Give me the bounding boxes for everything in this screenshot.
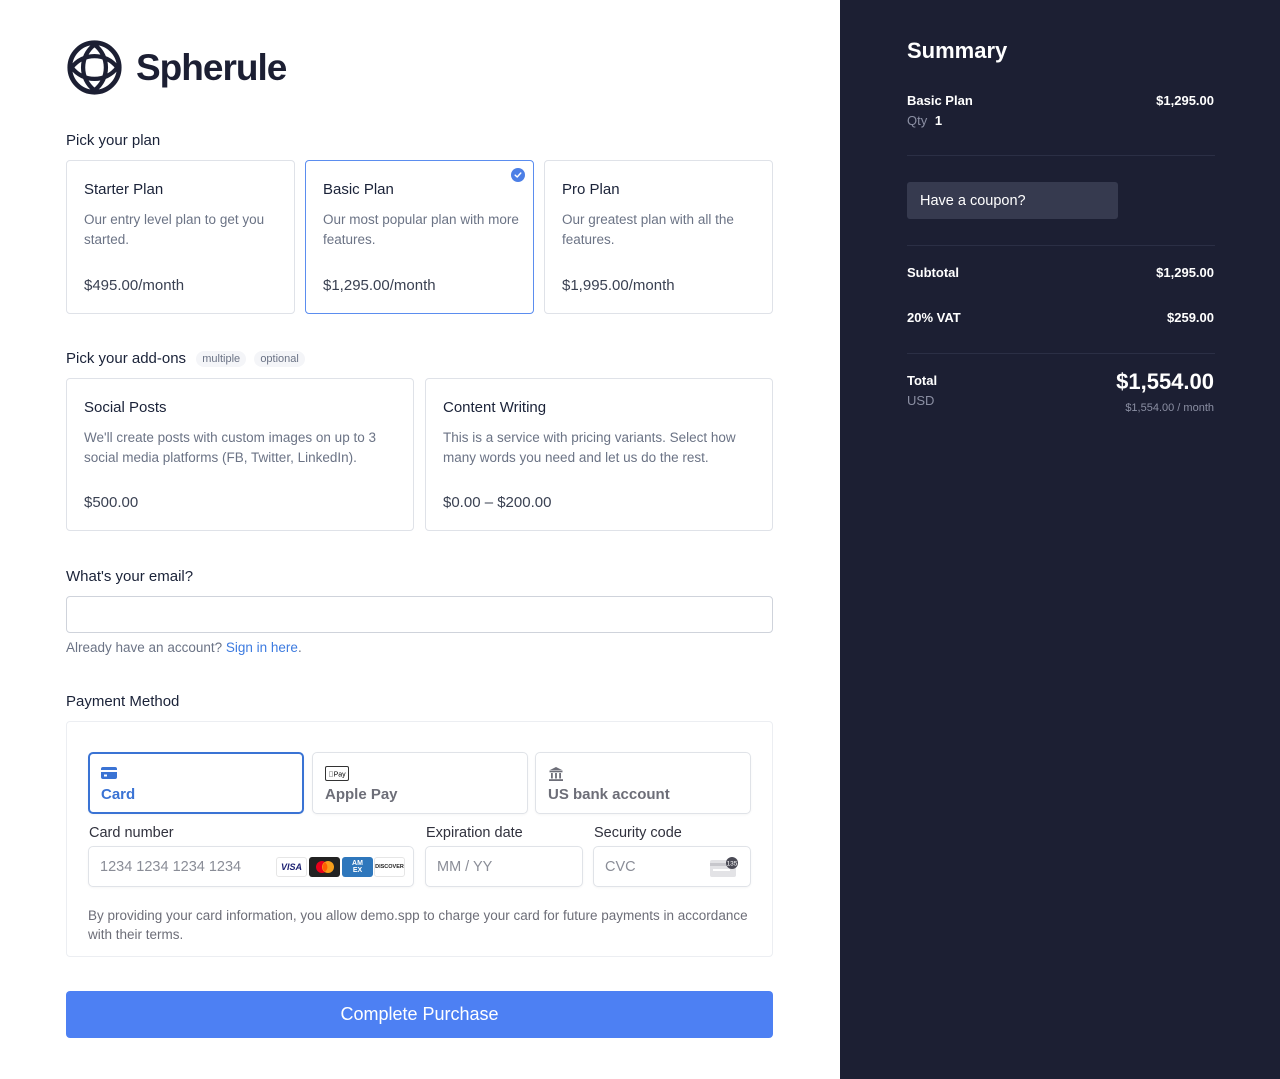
checkout-form-panel: Spherule Pick your plan Starter Plan Our…	[0, 0, 840, 1079]
email-input[interactable]	[66, 596, 773, 633]
qty-value: 1	[934, 113, 943, 128]
addon-price: $0.00 – $200.00	[443, 494, 552, 511]
addons-section-title: Pick your add-ons	[66, 350, 187, 367]
discover-icon: DISCOVER	[374, 857, 405, 877]
payment-tab-label: Card	[101, 786, 136, 803]
cvc-input[interactable]	[605, 847, 705, 886]
bank-icon	[548, 766, 564, 787]
email-section-title: What's your email?	[66, 568, 194, 585]
signin-prefix: Already have an account?	[66, 640, 223, 655]
expiry-field	[425, 846, 583, 887]
order-summary-panel: Summary Basic Plan $1,295.00 Qty 1 Have …	[840, 0, 1280, 1079]
currency-label: USD	[907, 393, 935, 408]
addon-price: $500.00	[84, 494, 139, 511]
line-item-price: $1,295.00	[1156, 93, 1214, 108]
total-label: Total	[907, 373, 938, 388]
addon-description: We'll create posts with custom images on…	[84, 430, 376, 465]
card-number-label: Card number	[89, 825, 174, 841]
line-item-name: Basic Plan	[907, 93, 973, 108]
plan-name: Basic Plan	[323, 181, 394, 198]
vat-value: $259.00	[1167, 310, 1214, 325]
summary-divider	[907, 245, 1215, 246]
visa-icon: VISA	[276, 857, 307, 877]
qty-label: Qty	[907, 113, 928, 128]
plan-description: Our most popular plan with more features…	[323, 212, 519, 247]
cvc-hint-icon: 135	[710, 856, 740, 883]
subtotal-value: $1,295.00	[1156, 265, 1214, 280]
payment-section-title: Payment Method	[66, 693, 180, 710]
brand-logo: Spherule	[66, 39, 287, 96]
amex-icon: AM EX	[342, 857, 373, 877]
card-number-input[interactable]	[100, 847, 270, 886]
complete-purchase-button[interactable]: Complete Purchase	[66, 991, 773, 1038]
addon-card-social-posts[interactable]: Social Posts We'll create posts with cus…	[66, 378, 414, 531]
sphere-logo-icon	[67, 40, 122, 95]
plan-description: Our greatest plan with all the features.	[562, 212, 734, 247]
signin-prompt: Already have an account? Sign in here.	[66, 640, 302, 655]
addons-section-header: Pick your add-ons multiple optional	[66, 350, 305, 368]
addon-description: This is a service with pricing variants.…	[443, 430, 736, 465]
addon-card-content-writing[interactable]: Content Writing This is a service with p…	[425, 378, 773, 531]
payment-element: Card Pay Apple Pay US bank account Card…	[66, 721, 773, 957]
payment-tab-apple-pay[interactable]: Pay Apple Pay	[312, 752, 528, 814]
plans-section-title: Pick your plan	[66, 132, 161, 149]
plan-price: $1,995.00/month	[562, 277, 675, 294]
svg-text:Pay: Pay	[328, 772, 346, 779]
coupon-button[interactable]: Have a coupon?	[907, 182, 1118, 219]
signin-suffix: .	[297, 640, 302, 655]
addon-name: Content Writing	[443, 399, 547, 416]
cvc-field: 135	[593, 846, 751, 887]
plan-price: $495.00/month	[84, 277, 185, 294]
payment-tab-label: US bank account	[548, 786, 670, 803]
credit-card-icon	[101, 766, 117, 784]
plan-card-pro[interactable]: Pro Plan Our greatest plan with all the …	[544, 160, 773, 314]
apple-pay-icon: Pay	[325, 766, 349, 786]
brand-name: Spherule	[136, 46, 287, 88]
mastercard-icon	[309, 857, 340, 877]
card-terms-text: By providing your card information, you …	[88, 908, 748, 942]
plan-description: Our entry level plan to get you started.	[84, 212, 265, 247]
optional-badge: optional	[254, 351, 305, 368]
selected-check-icon	[511, 168, 525, 182]
plan-price: $1,295.00/month	[323, 277, 436, 294]
cvc-hint-badge: 135	[727, 861, 738, 868]
total-recurring: $1,554.00 / month	[1125, 402, 1214, 414]
payment-tab-card[interactable]: Card	[88, 752, 304, 814]
vat-label: 20% VAT	[907, 310, 961, 325]
summary-divider	[907, 353, 1215, 354]
total-amount: $1,554.00	[1116, 369, 1214, 394]
summary-divider	[907, 155, 1215, 156]
multiple-badge: multiple	[196, 351, 247, 368]
security-code-label: Security code	[594, 825, 682, 841]
summary-title: Summary	[907, 38, 1008, 63]
plan-card-starter[interactable]: Starter Plan Our entry level plan to get…	[66, 160, 295, 314]
plan-card-basic[interactable]: Basic Plan Our most popular plan with mo…	[305, 160, 534, 314]
payment-tab-us-bank[interactable]: US bank account	[535, 752, 751, 814]
addon-name: Social Posts	[84, 399, 167, 416]
sign-in-link[interactable]: Sign in here	[226, 640, 298, 655]
expiry-input[interactable]	[437, 847, 567, 886]
subtotal-label: Subtotal	[907, 265, 959, 280]
plan-name: Starter Plan	[84, 181, 164, 198]
plan-name: Pro Plan	[562, 181, 620, 198]
expiry-label: Expiration date	[426, 825, 523, 841]
card-number-field: VISA AMEX DISCOVER	[88, 846, 414, 887]
payment-tab-label: Apple Pay	[325, 786, 398, 803]
line-item-qty: Qty 1	[907, 113, 942, 128]
